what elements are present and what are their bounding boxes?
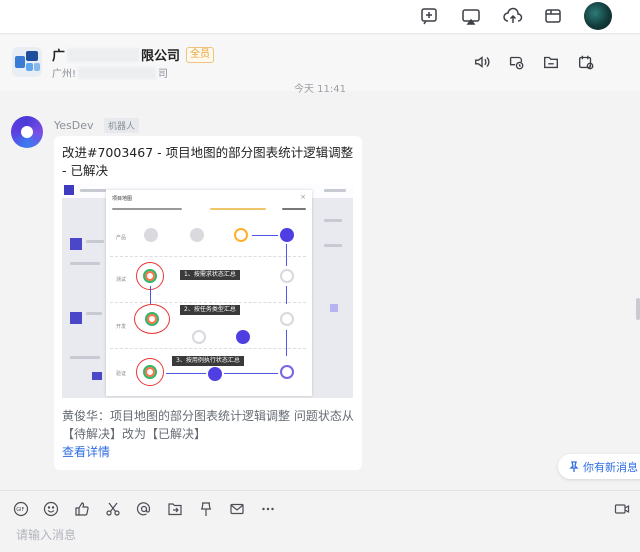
flow-arrow xyxy=(252,235,278,236)
chat-subtitle: 广州! 司 xyxy=(52,65,168,80)
bg-block xyxy=(70,312,82,324)
calendar-clock-icon[interactable] xyxy=(575,52,597,72)
bg-line xyxy=(324,244,342,247)
speaker-icon[interactable] xyxy=(471,52,493,72)
bg-block xyxy=(70,238,82,250)
svg-text:GIF: GIF xyxy=(16,507,24,513)
timestamp: 今天 11:41 xyxy=(294,84,346,95)
window-icon[interactable] xyxy=(542,5,564,27)
bg-block xyxy=(330,304,338,312)
message-title: 改进#7003467 - 项目地图的部分图表统计逻辑调整 - 已解决 xyxy=(62,145,354,178)
message-card[interactable]: 改进#7003467 - 项目地图的部分图表统计逻辑调整 - 已解决 项目地图 … xyxy=(54,136,362,470)
node xyxy=(208,367,222,381)
modal-close-icon: × xyxy=(300,193,306,201)
flow-arrow xyxy=(286,286,287,304)
node xyxy=(280,365,294,379)
bg-line xyxy=(324,219,342,222)
message-image[interactable]: 项目地图 × 产品 测试 开发 验证 1、按需求状态汇总 2、按任务类型汇总 3… xyxy=(62,184,353,398)
bg-line xyxy=(86,312,102,315)
bg-logo xyxy=(64,185,74,195)
history-icon[interactable] xyxy=(505,52,527,72)
gif-icon[interactable]: GIF xyxy=(12,500,30,518)
node xyxy=(143,365,157,379)
chat-title-prefix: 广 xyxy=(52,49,66,64)
chat-subtitle-suffix: 司 xyxy=(158,69,169,80)
chat-title-suffix: 限公司 xyxy=(141,49,181,64)
send-file-icon[interactable] xyxy=(166,500,184,518)
bot-avatar[interactable] xyxy=(11,116,43,148)
node xyxy=(190,228,204,242)
node xyxy=(280,269,294,283)
new-chat-icon[interactable] xyxy=(418,5,440,27)
modal-line xyxy=(282,208,306,210)
modal-rating xyxy=(210,208,266,210)
row-divider xyxy=(110,348,306,349)
node xyxy=(144,228,158,242)
more-icon[interactable] xyxy=(259,500,277,518)
row-label-test: 测试 xyxy=(116,277,127,283)
project-map-modal: 项目地图 × 产品 测试 开发 验证 1、按需求状态汇总 2、按任务类型汇总 3… xyxy=(106,190,312,396)
modal-line xyxy=(112,208,182,210)
bg-line xyxy=(324,189,346,192)
node xyxy=(145,312,159,326)
flow-arrow xyxy=(286,244,287,266)
user-avatar[interactable] xyxy=(584,2,612,30)
cloud-upload-icon[interactable] xyxy=(502,5,524,27)
row-divider xyxy=(110,302,306,303)
chat-subtitle-prefix: 广州! xyxy=(52,69,77,80)
bg-line xyxy=(80,189,106,192)
flow-arrow xyxy=(224,373,278,374)
new-messages-label: 你有新消息 xyxy=(583,460,638,474)
chat-title-row: 广 限公司 全员 xyxy=(52,45,215,64)
group-avatar[interactable] xyxy=(12,47,42,77)
bg-line xyxy=(70,262,100,265)
modal-title: 项目地图 xyxy=(112,196,133,202)
node xyxy=(143,269,157,283)
row-label-verify: 验证 xyxy=(116,371,127,377)
mention-icon[interactable] xyxy=(135,500,153,518)
tip-3: 3、按用例执行状态汇总 xyxy=(172,356,244,366)
node xyxy=(192,330,206,344)
scissors-icon[interactable] xyxy=(104,500,122,518)
node xyxy=(280,228,294,242)
scrollbar-thumb[interactable] xyxy=(636,298,640,320)
sender-name[interactable]: YesDev xyxy=(54,119,94,132)
row-label-product: 产品 xyxy=(116,235,127,241)
node xyxy=(234,228,248,242)
flow-arrow xyxy=(150,286,151,304)
tip-1: 1、按需求状态汇总 xyxy=(180,270,240,280)
flow-arrow xyxy=(286,330,287,356)
emoji-icon[interactable] xyxy=(42,500,60,518)
robot-tag: 机器人 xyxy=(104,118,140,133)
folder-icon[interactable] xyxy=(540,52,562,72)
row-label-dev: 开发 xyxy=(116,324,127,330)
pin-message-icon[interactable] xyxy=(197,500,215,518)
redacted-title xyxy=(67,47,140,62)
bg-block xyxy=(92,372,102,380)
screen-share-icon[interactable] xyxy=(460,5,482,27)
row-divider xyxy=(110,256,306,257)
bg-line xyxy=(70,356,100,359)
video-call-icon[interactable] xyxy=(613,500,631,518)
input-area: GIF xyxy=(0,490,640,552)
all-members-badge: 全员 xyxy=(186,46,215,63)
redacted-subtitle xyxy=(78,66,157,79)
message-body: 黄俊华：项目地图的部分图表统计逻辑调整 问题状态从【待解决】改为【已解决】 xyxy=(62,409,354,441)
new-messages-button[interactable]: 你有新消息 xyxy=(558,454,640,479)
mail-icon[interactable] xyxy=(228,500,246,518)
flow-arrow xyxy=(166,373,206,374)
message-input[interactable] xyxy=(16,525,576,545)
bg-line xyxy=(86,240,104,243)
pin-icon xyxy=(569,460,579,472)
node xyxy=(280,312,294,326)
tip-2: 2、按任务类型汇总 xyxy=(180,305,240,315)
thumbs-up-icon[interactable] xyxy=(73,500,91,518)
top-toolbar xyxy=(0,0,640,34)
node xyxy=(236,330,250,344)
view-details-link[interactable]: 查看详情 xyxy=(62,443,110,460)
